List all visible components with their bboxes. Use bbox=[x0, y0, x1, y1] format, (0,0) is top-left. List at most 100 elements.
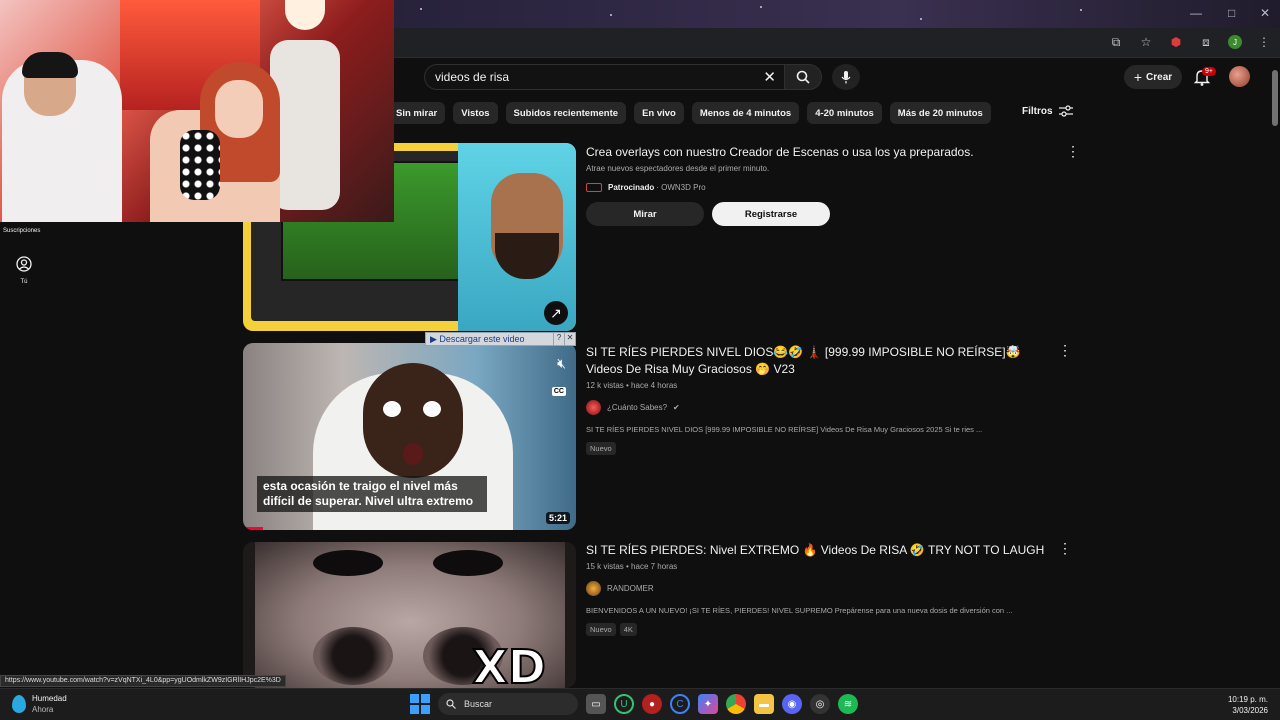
open-external-icon[interactable]: ↗ bbox=[544, 301, 568, 325]
chip-under-4-min[interactable]: Menos de 4 minutos bbox=[691, 102, 800, 124]
video-more-options-icon[interactable]: ⋮ bbox=[1058, 540, 1072, 557]
video-meta: 15 k vistas • hace 7 horas bbox=[586, 562, 678, 571]
discord-icon[interactable]: ◉ bbox=[782, 694, 802, 714]
taskbar-search-label: Buscar bbox=[464, 699, 493, 709]
copilot-icon[interactable]: ✦ bbox=[698, 694, 718, 714]
app-c-icon[interactable]: C bbox=[670, 694, 690, 714]
sidebar-item-you[interactable]: Tú bbox=[14, 256, 34, 285]
chip-over-20-min[interactable]: Más de 20 minutos bbox=[889, 102, 991, 124]
obs-icon[interactable]: ◎ bbox=[810, 694, 830, 714]
ad-info: Crea overlays con nuestro Creador de Esc… bbox=[586, 144, 1056, 226]
video-thumbnail-2[interactable]: XD bbox=[243, 542, 576, 688]
app-red-badge-icon[interactable]: ● bbox=[642, 694, 662, 714]
humidity-drop-icon bbox=[12, 695, 26, 713]
clock-time: 10:19 p. m. bbox=[1227, 695, 1268, 704]
mute-icon[interactable]: 🔇︎ bbox=[557, 355, 566, 372]
extension-shield-icon[interactable]: ⬢ bbox=[1168, 34, 1184, 50]
chip-recently-uploaded[interactable]: Subidos recientemente bbox=[505, 102, 627, 124]
thumbnail-mouth bbox=[403, 443, 423, 465]
user-circle-icon bbox=[16, 256, 32, 272]
plus-icon: + bbox=[1133, 69, 1143, 85]
taskbar-clock[interactable]: 10:19 p. m. 3/03/2026 bbox=[1228, 694, 1268, 716]
weather-widget[interactable]: Humedad Ahora bbox=[12, 693, 67, 715]
webcam-overlay bbox=[0, 0, 394, 222]
minimize-button[interactable]: — bbox=[1190, 6, 1202, 20]
search-icon bbox=[446, 699, 456, 709]
voice-search-button[interactable] bbox=[832, 64, 860, 90]
spotify-icon[interactable]: ≋ bbox=[838, 694, 858, 714]
search-icon bbox=[796, 70, 810, 84]
webcam-hair-left bbox=[22, 52, 78, 78]
new-badge: Nuevo bbox=[586, 442, 616, 455]
create-button[interactable]: + Crear bbox=[1124, 65, 1182, 89]
closed-captions-icon[interactable]: CC bbox=[551, 387, 566, 396]
windows-start-icon[interactable] bbox=[410, 694, 430, 714]
account-avatar[interactable] bbox=[1229, 66, 1250, 87]
channel-avatar[interactable] bbox=[586, 581, 601, 596]
thumbnail-eye bbox=[383, 401, 401, 417]
screen: — □ ✕ ⧉ ☆ ⬢ ⧈ J ⋮ videos de risa ✕ + Cre… bbox=[0, 0, 1280, 720]
ad-register-button[interactable]: Registrarse bbox=[712, 202, 830, 226]
video-info-2: SI TE RÍES PIERDES: Nivel EXTREMO 🔥 Vide… bbox=[586, 542, 1056, 636]
webcam-lamp bbox=[285, 0, 325, 30]
taskbar-search[interactable]: Buscar bbox=[438, 693, 578, 715]
help-icon[interactable]: ? bbox=[553, 333, 564, 345]
video-thumbnail-1[interactable]: esta ocasión te traigo el nivel más difí… bbox=[243, 343, 576, 530]
sidebar-item-subscriptions[interactable]: Suscripciones bbox=[3, 228, 40, 234]
filters-button[interactable]: Filtros bbox=[1022, 105, 1073, 117]
file-explorer-icon[interactable]: ▬ bbox=[754, 694, 774, 714]
chip-4-20-min[interactable]: 4-20 minutos bbox=[807, 102, 882, 124]
webcam-chair bbox=[270, 40, 340, 210]
ad-title[interactable]: Crea overlays con nuestro Creador de Esc… bbox=[586, 144, 1056, 161]
chip-live[interactable]: En vivo bbox=[634, 102, 684, 124]
thumbnail-eye bbox=[433, 550, 503, 576]
video-title[interactable]: SI TE RÍES PIERDES NIVEL DIOS😂🤣 🗼 [999.9… bbox=[586, 344, 1056, 378]
video-more-options-icon[interactable]: ⋮ bbox=[1058, 342, 1072, 359]
close-download-icon[interactable]: ✕ bbox=[564, 333, 575, 345]
channel-name[interactable]: RANDOMER bbox=[607, 584, 654, 593]
search-query[interactable]: videos de risa bbox=[435, 70, 509, 84]
download-video-label[interactable]: ▶ Descargar este video bbox=[426, 334, 553, 345]
video-title[interactable]: SI TE RÍES PIERDES: Nivel EXTREMO 🔥 Vide… bbox=[586, 542, 1056, 559]
scrollbar-thumb[interactable] bbox=[1272, 70, 1278, 126]
browser-menu-icon[interactable]: ⋮ bbox=[1256, 34, 1272, 50]
ad-more-options-icon[interactable]: ⋮ bbox=[1066, 143, 1080, 160]
task-view-icon[interactable]: ▭ bbox=[586, 694, 606, 714]
filters-label: Filtros bbox=[1022, 105, 1053, 117]
ad-watch-button[interactable]: Mirar bbox=[586, 202, 704, 226]
channel-row[interactable]: ¿Cuánto Sabes? ✔ bbox=[586, 400, 1056, 415]
video-description: SI TE RÍES PIERDES NIVEL DIOS [999.99 IM… bbox=[586, 425, 983, 434]
filters-sliders-icon bbox=[1058, 105, 1073, 117]
preview-progress-bar bbox=[243, 527, 263, 530]
channel-avatar[interactable] bbox=[586, 400, 601, 415]
chip-watched[interactable]: Vistos bbox=[453, 102, 498, 124]
clear-search-icon[interactable]: ✕ bbox=[763, 68, 776, 86]
maximize-button[interactable]: □ bbox=[1228, 6, 1235, 20]
link-status-bar: https://www.youtube.com/watch?v=zVqNTXi_… bbox=[0, 675, 286, 687]
4k-badge: 4K bbox=[619, 623, 637, 636]
bookmark-star-icon[interactable]: ☆ bbox=[1138, 34, 1154, 50]
chip-unwatched[interactable]: Sin mirar bbox=[388, 102, 446, 124]
search-input[interactable]: videos de risa ✕ bbox=[424, 64, 784, 90]
ad-subtitle: Atrae nuevos espectadores desde el prime… bbox=[586, 164, 770, 173]
webcam-polka-dot-item bbox=[180, 130, 220, 200]
page-scrollbar[interactable] bbox=[1270, 62, 1280, 688]
windows-taskbar: Humedad Ahora Buscar ▭ U ● C ✦ ▬ ◉ ◎ ≋ 1… bbox=[0, 688, 1280, 720]
profile-avatar[interactable]: J bbox=[1228, 35, 1242, 49]
channel-row[interactable]: RANDOMER bbox=[586, 581, 1056, 596]
weather-title: Humedad bbox=[32, 694, 67, 703]
chrome-icon[interactable] bbox=[726, 694, 746, 714]
cast-icon[interactable]: ⧉ bbox=[1108, 34, 1124, 50]
channel-name[interactable]: ¿Cuánto Sabes? bbox=[607, 403, 667, 412]
thumbnail-eye bbox=[423, 401, 441, 417]
video-meta: 12 k vistas • hace 4 horas bbox=[586, 381, 678, 390]
download-video-bar[interactable]: ▶ Descargar este video ? ✕ bbox=[425, 332, 576, 346]
search-button[interactable] bbox=[784, 64, 822, 90]
weather-subtitle: Ahora bbox=[32, 705, 54, 714]
close-window-button[interactable]: ✕ bbox=[1260, 6, 1270, 20]
extensions-puzzle-icon[interactable]: ⧈ bbox=[1198, 34, 1214, 50]
clock-date: 3/03/2026 bbox=[1232, 706, 1268, 715]
app-u-icon[interactable]: U bbox=[614, 694, 634, 714]
thumbnail-eye bbox=[313, 550, 383, 576]
webcam-face-right bbox=[215, 80, 263, 138]
